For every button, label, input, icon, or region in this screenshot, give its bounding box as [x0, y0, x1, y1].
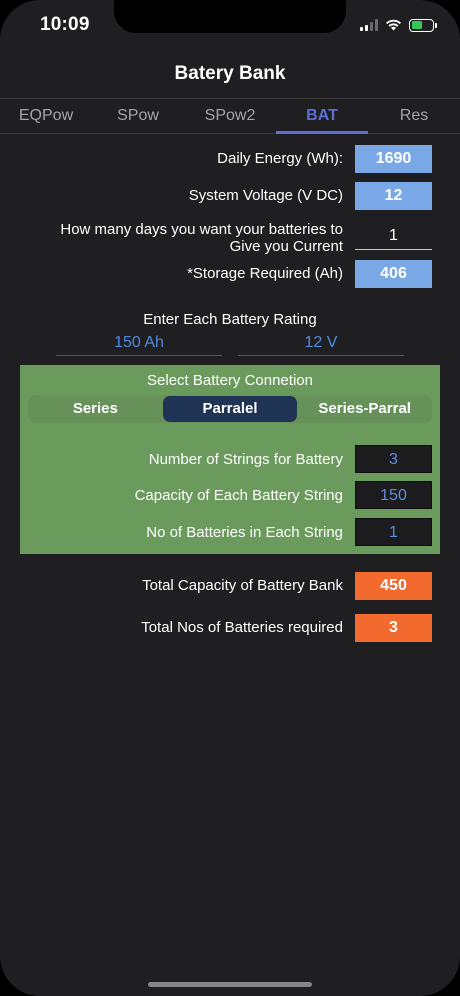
days-label-line2: Give you Current	[229, 238, 343, 255]
capacity-per-string-label: Capacity of Each Battery String	[134, 487, 343, 504]
wifi-icon	[386, 19, 401, 31]
strings-label: Number of Strings for Battery	[148, 451, 343, 468]
total-capacity-label: Total Capacity of Battery Bank	[142, 577, 343, 594]
segment-series-parral[interactable]: Series-Parral	[297, 395, 432, 423]
system-voltage-label: System Voltage (V DC)	[188, 187, 343, 204]
tab-spow2[interactable]: SPow2	[184, 99, 276, 133]
storage-required-label: *Storage Required (Ah)	[187, 265, 343, 282]
battery-capacity-input[interactable]: 150 Ah	[56, 334, 222, 356]
status-time: 10:09	[40, 14, 90, 35]
days-label: How many days you want your batteries to…	[60, 221, 343, 255]
connection-segmented-control: Series Parralel Series-Parral	[28, 395, 432, 423]
connection-title: Select Battery Connetion	[147, 372, 313, 389]
capacity-per-string-input[interactable]: 150	[355, 481, 432, 509]
status-icons	[360, 15, 437, 35]
daily-energy-label: Daily Energy (Wh):	[217, 150, 343, 167]
batteries-per-string-label: No of Batteries in Each String	[146, 524, 343, 541]
tab-bat[interactable]: BAT	[276, 99, 368, 134]
total-batteries-value: 3	[355, 614, 432, 642]
strings-input[interactable]: 3	[355, 445, 432, 473]
days-label-line1: How many days you want your batteries to	[60, 221, 343, 238]
segment-series[interactable]: Series	[28, 395, 163, 423]
days-input[interactable]: 1	[355, 222, 432, 250]
tab-res[interactable]: Res	[368, 99, 460, 133]
tab-bar: EQPow SPow SPow2 BAT Res	[0, 98, 460, 134]
batteries-per-string-input[interactable]: 1	[355, 518, 432, 546]
battery-rating-title: Enter Each Battery Rating	[143, 311, 317, 328]
device-notch	[114, 0, 346, 33]
total-batteries-label: Total Nos of Batteries required	[141, 619, 343, 636]
signal-icon	[360, 19, 378, 31]
daily-energy-value[interactable]: 1690	[355, 145, 432, 173]
home-indicator[interactable]	[148, 982, 312, 987]
total-capacity-value: 450	[355, 572, 432, 600]
battery-icon	[409, 18, 437, 32]
segment-parralel[interactable]: Parralel	[162, 396, 298, 422]
tab-eqpow[interactable]: EQPow	[0, 99, 92, 133]
app-screen: 10:09 Batery Bank EQPow SPow SPow2 BAT R…	[0, 0, 460, 996]
storage-required-value: 406	[355, 260, 432, 288]
connection-panel: Select Battery Connetion Series Parralel…	[20, 365, 440, 554]
page-title: Batery Bank	[174, 63, 286, 84]
battery-voltage-input[interactable]: 12 V	[238, 334, 404, 356]
system-voltage-value[interactable]: 12	[355, 182, 432, 210]
tab-spow[interactable]: SPow	[92, 99, 184, 133]
